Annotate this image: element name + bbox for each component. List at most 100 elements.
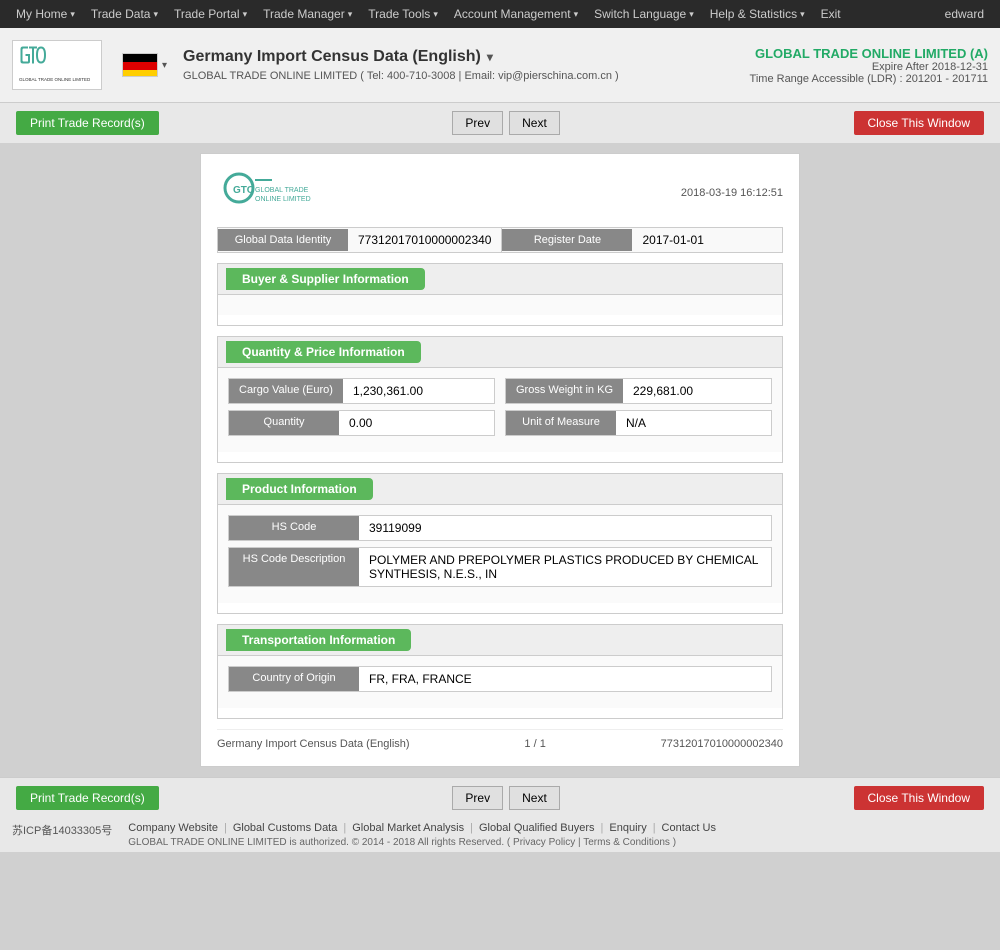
page-title: Germany Import Census Data (English) ▾ [183, 48, 750, 66]
record-timestamp: 2018-03-19 16:12:51 [681, 187, 783, 199]
flag-dropdown-arrow[interactable]: ▾ [162, 60, 167, 71]
svg-text:GLOBAL TRADE: GLOBAL TRADE [255, 187, 309, 194]
nav-my-home[interactable]: My Home ▾ [8, 0, 83, 28]
footer-link-market[interactable]: Global Market Analysis [352, 822, 464, 834]
bottom-toolbar: Print Trade Record(s) Prev Next Close Th… [0, 777, 1000, 818]
nav-label: Exit [821, 7, 841, 21]
quantity-price-row2: Quantity 0.00 Unit of Measure N/A [228, 410, 772, 436]
footer-copyright: GLOBAL TRADE ONLINE LIMITED is authorize… [128, 837, 988, 848]
nav-label: Switch Language [594, 7, 686, 21]
footer-link-contact[interactable]: Contact Us [662, 822, 716, 834]
nav-switch-lang[interactable]: Switch Language ▾ [586, 0, 702, 28]
footer-left: Germany Import Census Data (English) [217, 738, 410, 750]
close-button-bottom[interactable]: Close This Window [854, 786, 984, 810]
hs-code-value: 39119099 [359, 516, 771, 540]
nav-label: Trade Data [91, 7, 151, 21]
print-button-bottom[interactable]: Print Trade Record(s) [16, 786, 159, 810]
expire-info: Expire After 2018-12-31 [750, 61, 988, 73]
product-info-section: Product Information HS Code 39119099 HS … [217, 473, 783, 614]
quantity-value: 0.00 [339, 411, 494, 435]
footer-link-buyers[interactable]: Global Qualified Buyers [479, 822, 595, 834]
buyer-supplier-body [218, 295, 782, 315]
close-button-top[interactable]: Close This Window [854, 111, 984, 135]
nav-account-mgmt[interactable]: Account Management ▾ [446, 0, 586, 28]
germany-flag [122, 53, 158, 77]
chevron-down-icon: ▾ [433, 9, 438, 20]
nav-trade-portal[interactable]: Trade Portal ▾ [166, 0, 255, 28]
country-of-origin-value: FR, FRA, FRANCE [359, 667, 771, 691]
footer-link-company[interactable]: Company Website [128, 822, 218, 834]
identity-row: Global Data Identity 7731201701000000234… [217, 227, 783, 253]
card-header: GTO GLOBAL TRADE ONLINE LIMITED 2018-03-… [217, 170, 783, 215]
main-content: GTO GLOBAL TRADE ONLINE LIMITED 2018-03-… [0, 143, 1000, 777]
chevron-down-icon: ▾ [153, 9, 158, 20]
cargo-value-label: Cargo Value (Euro) [229, 379, 343, 403]
quantity-price-body: Cargo Value (Euro) 1,230,361.00 Gross We… [218, 368, 782, 452]
nav-trade-tools[interactable]: Trade Tools ▾ [360, 0, 446, 28]
global-data-identity-value: 77312017010000002340 [348, 228, 501, 252]
transportation-header: Transportation Information [218, 625, 782, 656]
svg-text:GTO: GTO [233, 185, 255, 196]
gross-weight-value: 229,681.00 [623, 379, 771, 403]
gto-logo-svg: GLOBAL TRADE ONLINE LIMITED [17, 45, 97, 85]
bottom-toolbar-right: Close This Window [854, 786, 984, 810]
footer-links-area: Company Website | Global Customs Data | … [128, 822, 988, 848]
product-info-header: Product Information [218, 474, 782, 505]
company-name-link[interactable]: GLOBAL TRADE ONLINE LIMITED (A) [750, 46, 988, 61]
nav-label: Help & Statistics [710, 7, 797, 21]
chevron-down-icon: ▾ [243, 9, 248, 20]
gross-weight-field: Gross Weight in KG 229,681.00 [505, 378, 772, 404]
nav-exit[interactable]: Exit [813, 0, 849, 28]
footer-icp: 苏ICP备14033305号 [12, 822, 128, 848]
nav-trade-manager[interactable]: Trade Manager ▾ [255, 0, 360, 28]
nav-buttons-top: Prev Next [452, 111, 559, 135]
quantity-field: Quantity 0.00 [228, 410, 495, 436]
bottom-toolbar-left: Print Trade Record(s) [16, 786, 159, 810]
transportation-body: Country of Origin FR, FRA, FRANCE [218, 656, 782, 708]
product-info-body: HS Code 39119099 HS Code Description POL… [218, 505, 782, 603]
buyer-supplier-header: Buyer & Supplier Information [218, 264, 782, 295]
quantity-label: Quantity [229, 411, 339, 435]
chevron-down-icon: ▾ [574, 9, 579, 20]
footer-center: 1 / 1 [524, 738, 545, 750]
footer-right: 77312017010000002340 [661, 738, 783, 750]
chevron-down-icon: ▾ [800, 9, 805, 20]
flag-black-stripe [123, 54, 157, 62]
country-of-origin-field: Country of Origin FR, FRA, FRANCE [228, 666, 772, 692]
toolbar-left: Print Trade Record(s) [16, 111, 159, 135]
quantity-price-title: Quantity & Price Information [226, 341, 421, 363]
nav-label: Trade Portal [174, 7, 240, 21]
print-button-top[interactable]: Print Trade Record(s) [16, 111, 159, 135]
nav-label: Account Management [454, 7, 571, 21]
unit-of-measure-value: N/A [616, 411, 771, 435]
footer-bottom: 苏ICP备14033305号 Company Website | Global … [0, 818, 1000, 852]
quantity-price-section: Quantity & Price Information Cargo Value… [217, 336, 783, 463]
quantity-price-row1: Cargo Value (Euro) 1,230,361.00 Gross We… [228, 378, 772, 404]
toolbar-right: Close This Window [854, 111, 984, 135]
transportation-title: Transportation Information [226, 629, 411, 651]
nav-buttons-bottom: Prev Next [452, 786, 559, 810]
nav-trade-data[interactable]: Trade Data ▾ [83, 0, 166, 28]
svg-text:ONLINE LIMITED: ONLINE LIMITED [255, 196, 311, 203]
flag-area[interactable]: ▾ [122, 53, 167, 77]
next-button-bottom[interactable]: Next [509, 786, 560, 810]
unit-of-measure-label: Unit of Measure [506, 411, 616, 435]
footer-links: Company Website | Global Customs Data | … [128, 822, 988, 834]
top-toolbar: Print Trade Record(s) Prev Next Close Th… [0, 103, 1000, 143]
prev-button-bottom[interactable]: Prev [452, 786, 503, 810]
nav-help-stats[interactable]: Help & Statistics ▾ [702, 0, 813, 28]
chevron-down-icon: ▾ [70, 9, 75, 20]
hs-code-desc-field: HS Code Description POLYMER AND PREPOLYM… [228, 547, 772, 587]
nav-label: Trade Manager [263, 7, 345, 21]
hs-code-field: HS Code 39119099 [228, 515, 772, 541]
hs-code-label: HS Code [229, 516, 359, 540]
register-date-value: 2017-01-01 [632, 228, 782, 252]
prev-button-top[interactable]: Prev [452, 111, 503, 135]
card-logo: GTO GLOBAL TRADE ONLINE LIMITED [217, 170, 317, 215]
next-button-top[interactable]: Next [509, 111, 560, 135]
title-dropdown[interactable]: ▾ [487, 50, 493, 64]
product-info-title: Product Information [226, 478, 373, 500]
global-data-identity-label: Global Data Identity [218, 229, 348, 251]
footer-link-customs[interactable]: Global Customs Data [233, 822, 338, 834]
footer-link-enquiry[interactable]: Enquiry [609, 822, 646, 834]
